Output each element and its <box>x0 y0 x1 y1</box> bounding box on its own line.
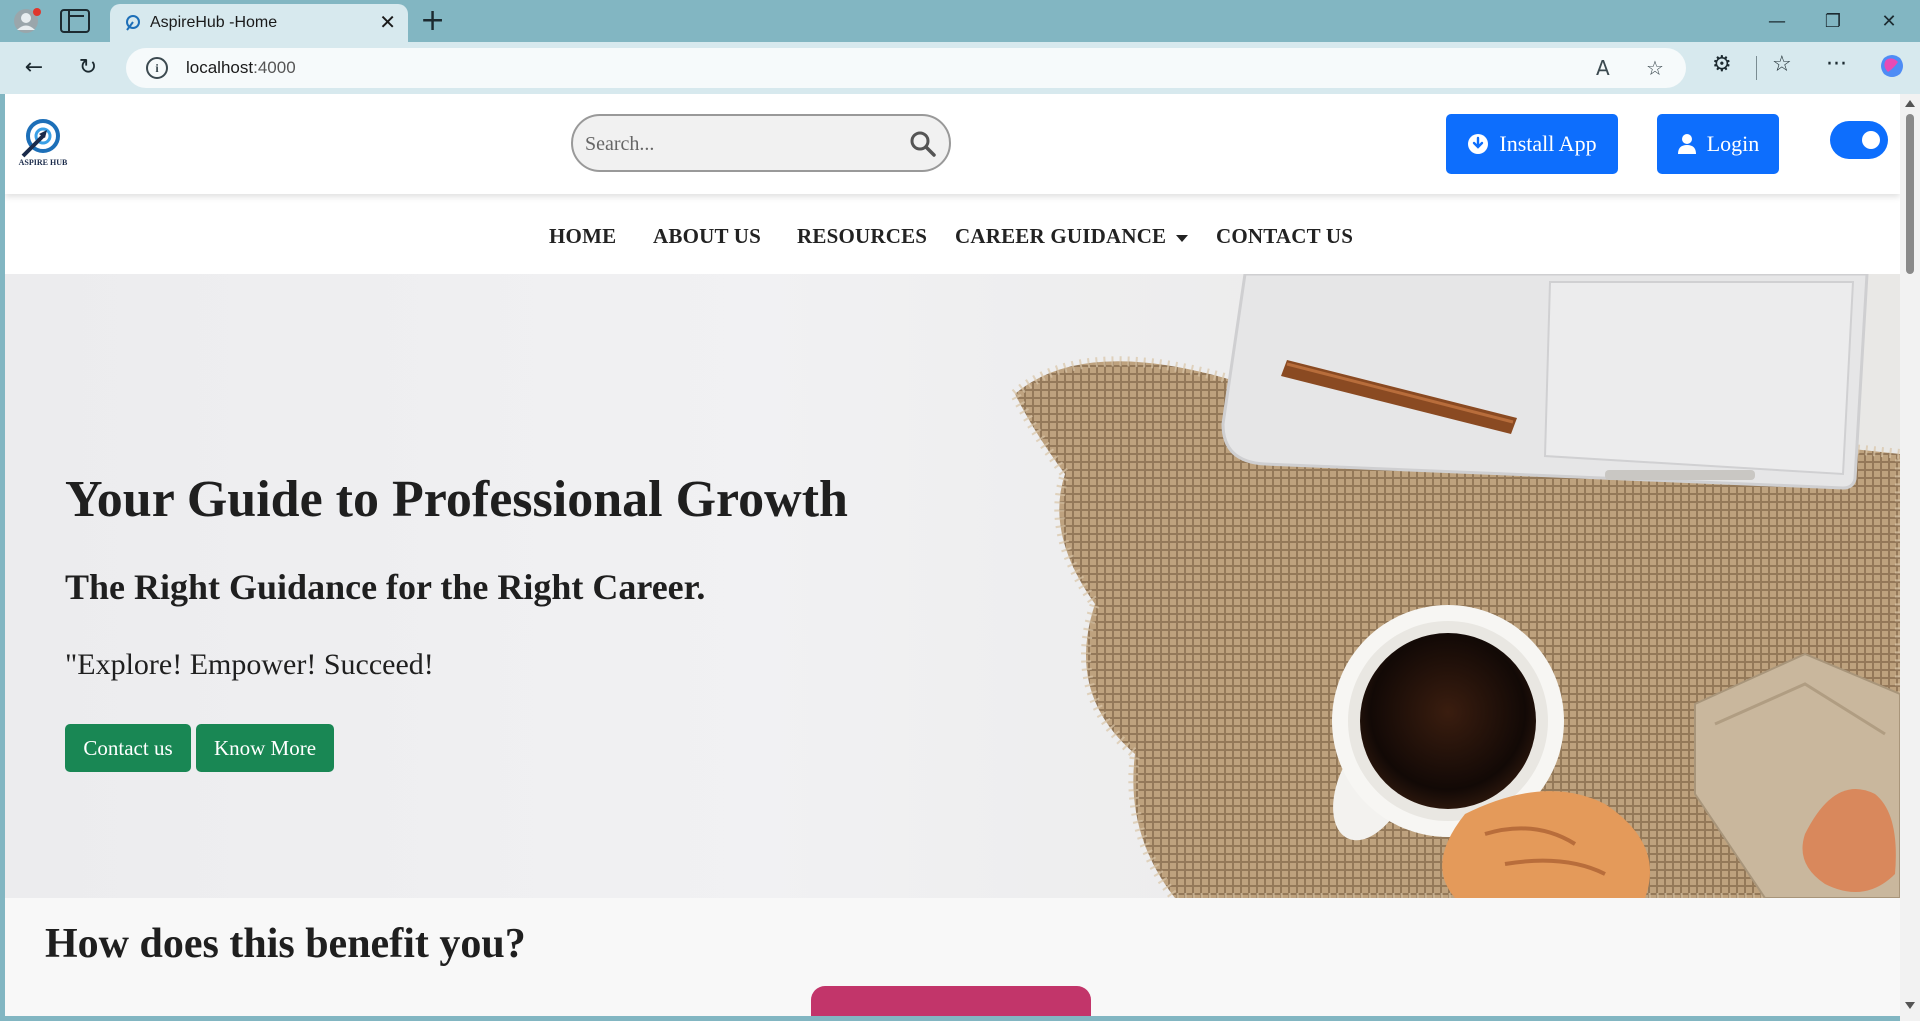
toolbar-divider <box>1756 56 1757 80</box>
address-bar[interactable]: i localhost:4000 A ☆ <box>126 48 1686 88</box>
copilot-icon[interactable] <box>1878 52 1906 80</box>
know-more-button[interactable]: Know More <box>196 724 334 772</box>
search-input[interactable] <box>585 128 895 160</box>
logo-text: ASPIRE HUB <box>18 158 68 167</box>
reload-icon[interactable]: ↻ <box>72 52 104 84</box>
login-button[interactable]: Login <box>1657 114 1779 174</box>
close-window-icon[interactable]: ✕ <box>1866 8 1912 36</box>
tab-close-icon[interactable]: ✕ <box>379 12 396 32</box>
tab-title: AspireHub -Home <box>150 14 278 31</box>
back-icon[interactable]: ← <box>18 52 50 84</box>
browser-titlebar: AspireHub -Home ✕ + — ❐ ✕ <box>0 0 1920 42</box>
minimize-icon[interactable]: — <box>1754 8 1800 36</box>
nav-resources[interactable]: RESOURCES <box>797 224 927 249</box>
benefit-title: How does this benefit you? <box>45 921 526 967</box>
new-tab-button[interactable]: + <box>420 6 445 36</box>
hero-tagline: "Explore! Empower! Succeed! <box>65 648 434 681</box>
favorites-icon[interactable]: ☆ <box>1772 52 1792 77</box>
favicon-icon <box>126 15 140 31</box>
browser-toolbar: ← ↻ i localhost:4000 A ☆ ⚙ ☆ ··· <box>0 42 1920 94</box>
download-icon <box>1468 134 1489 154</box>
page-viewport: ASPIRE HUB Install App Login <box>5 94 1900 1016</box>
main-nav: HOME ABOUT US RESOURCES CAREER GUIDANCE … <box>5 194 1900 274</box>
nav-contact-us[interactable]: CONTACT US <box>1216 224 1353 249</box>
scroll-thumb[interactable] <box>1906 114 1914 274</box>
benefit-section: How does this benefit you? <box>5 898 1900 1016</box>
benefit-card-tab[interactable] <box>811 986 1091 1016</box>
scroll-down-icon[interactable] <box>1905 1002 1915 1009</box>
theme-toggle[interactable] <box>1830 121 1888 159</box>
hero-subtitle: The Right Guidance for the Right Career. <box>65 567 706 607</box>
site-header: ASPIRE HUB Install App Login <box>5 94 1900 194</box>
contact-us-button[interactable]: Contact us <box>65 724 191 772</box>
install-app-button[interactable]: Install App <box>1446 114 1618 174</box>
nav-career-guidance-label: CAREER GUIDANCE <box>955 224 1167 248</box>
nav-home[interactable]: HOME <box>549 224 616 249</box>
user-icon <box>1677 134 1696 154</box>
hero-title: Your Guide to Professional Growth <box>65 471 848 528</box>
login-label: Login <box>1706 131 1760 156</box>
extensions-icon[interactable]: ⚙ <box>1712 52 1732 77</box>
favorite-star-icon[interactable]: ☆ <box>1646 56 1664 80</box>
browser-tab-active[interactable]: AspireHub -Home ✕ <box>110 4 408 42</box>
tab-actions-icon[interactable] <box>60 9 90 33</box>
site-info-icon[interactable]: i <box>146 57 168 79</box>
hero-section: Your Guide to Professional Growth The Ri… <box>5 274 1900 898</box>
page-scrollbar[interactable] <box>1900 94 1920 1021</box>
search-icon[interactable] <box>909 130 937 158</box>
dropdown-caret-icon <box>1176 234 1189 242</box>
address-url[interactable]: localhost:4000 <box>186 58 296 78</box>
nav-about-us[interactable]: ABOUT US <box>653 224 761 249</box>
profile-avatar-icon[interactable] <box>12 8 42 34</box>
scroll-up-icon[interactable] <box>1905 100 1915 107</box>
nav-career-guidance[interactable]: CAREER GUIDANCE <box>955 224 1189 249</box>
restore-icon[interactable]: ❐ <box>1810 8 1856 36</box>
install-app-label: Install App <box>1499 131 1597 156</box>
toggle-knob <box>1862 131 1880 149</box>
search-box <box>571 114 951 172</box>
more-options-icon[interactable]: ··· <box>1826 52 1847 77</box>
read-aloud-icon[interactable]: A <box>1596 56 1610 80</box>
